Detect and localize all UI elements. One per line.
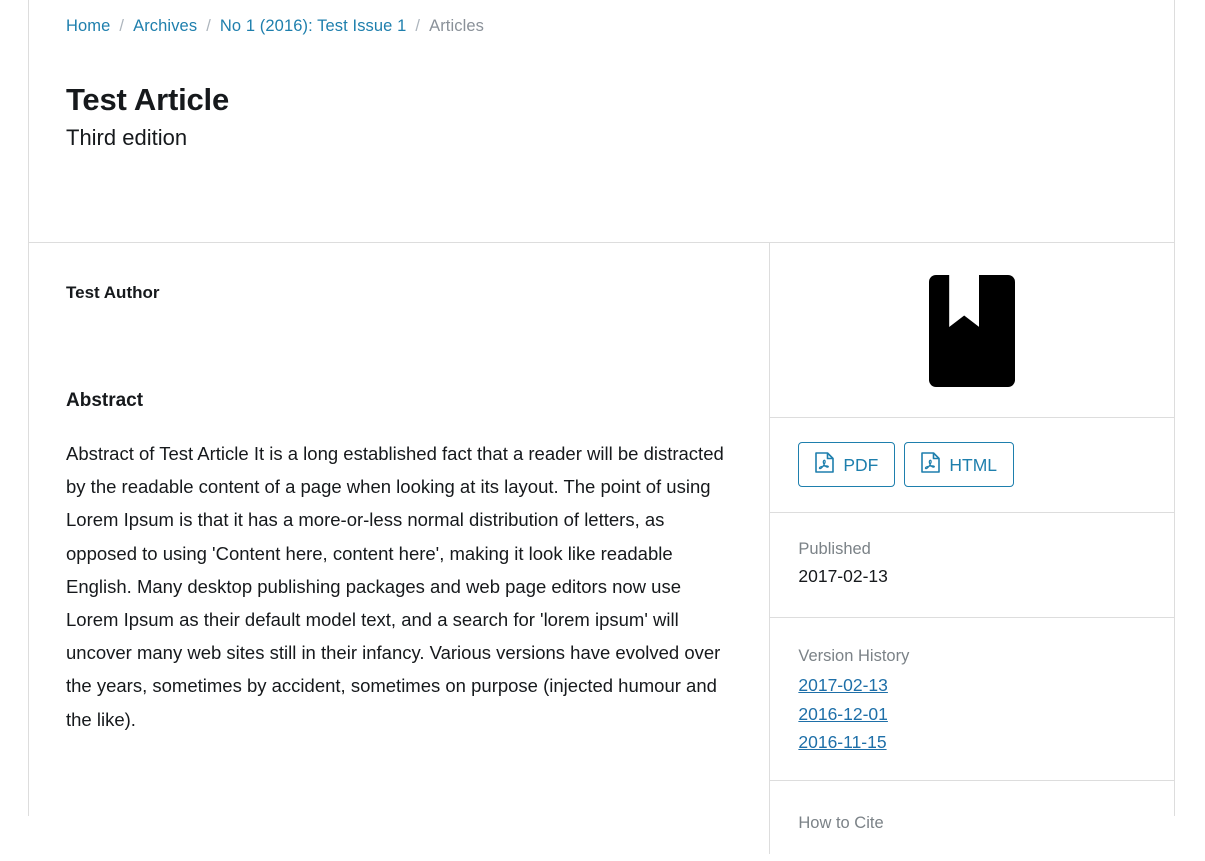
breadcrumb-item-archives[interactable]: Archives bbox=[133, 17, 197, 35]
galley-pdf-label: PDF bbox=[843, 454, 879, 475]
galley-html-button[interactable]: HTML bbox=[904, 442, 1015, 487]
abstract-heading: Abstract bbox=[66, 390, 144, 411]
how-to-cite-label: How to Cite bbox=[798, 813, 884, 832]
article-header: Test Article Third edition bbox=[29, 38, 1174, 242]
issue-cover-block bbox=[770, 243, 1174, 418]
list-item: 2016-11-15 bbox=[798, 729, 1146, 758]
published-date: 2017-02-13 bbox=[798, 566, 888, 586]
version-history-block: Version History 2017-02-13 2016-12-01 20… bbox=[770, 618, 1174, 781]
breadcrumb-separator: / bbox=[206, 17, 211, 35]
breadcrumb-separator: / bbox=[415, 17, 421, 35]
version-link[interactable]: 2016-11-15 bbox=[798, 732, 886, 752]
breadcrumb: Home / Archives / No 1 (2016): Test Issue 1 /… bbox=[29, 0, 1174, 38]
breadcrumb-item-current: Articles bbox=[429, 17, 485, 35]
book-cover-placeholder-icon[interactable] bbox=[929, 275, 1016, 387]
list-item: 2017-02-13 bbox=[798, 672, 1146, 701]
breadcrumb-item-home[interactable]: Home bbox=[66, 17, 110, 35]
article-main-column: Test Author Abstract Abstract of Test Ar… bbox=[29, 243, 771, 854]
breadcrumb-separator: / bbox=[119, 17, 125, 35]
version-history-label: Version History bbox=[798, 647, 910, 665]
article-subtitle: Third edition bbox=[66, 125, 188, 150]
article-body: Test Author Abstract Abstract of Test Ar… bbox=[29, 243, 1174, 854]
file-pdf-icon bbox=[921, 452, 941, 477]
galley-pdf-button[interactable]: PDF bbox=[798, 442, 896, 487]
bookmark-ribbon-icon bbox=[949, 275, 980, 327]
version-link[interactable]: 2016-12-01 bbox=[798, 704, 888, 724]
how-to-cite-block: How to Cite bbox=[770, 781, 1174, 861]
article-authors: Test Author bbox=[66, 283, 160, 302]
article-sidebar: PDF HTML Published 2017-02-13 Version Hi… bbox=[770, 243, 1174, 854]
published-label: Published bbox=[798, 540, 871, 558]
galley-links: PDF HTML bbox=[770, 418, 1174, 513]
breadcrumb-item-issue[interactable]: No 1 (2016): Test Issue 1 bbox=[220, 17, 407, 35]
version-link[interactable]: 2017-02-13 bbox=[798, 675, 888, 695]
abstract-text: Abstract of Test Article It is a long es… bbox=[66, 443, 724, 730]
galley-html-label: HTML bbox=[949, 454, 998, 475]
page-title: Test Article bbox=[66, 82, 229, 117]
file-pdf-icon bbox=[815, 452, 835, 477]
published-block: Published 2017-02-13 bbox=[770, 513, 1174, 618]
version-history-list: 2017-02-13 2016-12-01 2016-11-15 bbox=[798, 672, 1146, 758]
article-page: Home / Archives / No 1 (2016): Test Issue 1 /… bbox=[28, 0, 1175, 854]
list-item: 2016-12-01 bbox=[798, 701, 1146, 730]
